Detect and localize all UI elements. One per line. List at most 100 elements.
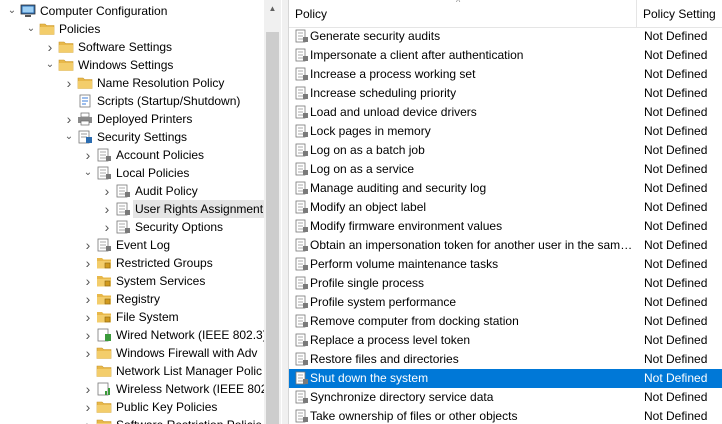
column-header-policy-setting[interactable]: Policy Setting <box>637 0 722 27</box>
policy-setting-value: Not Defined <box>644 48 708 62</box>
chevron-right-icon[interactable]: › <box>63 110 75 128</box>
tree-item[interactable]: › Public Key Policies <box>0 398 264 416</box>
tree-item-label: Windows Settings <box>78 58 174 72</box>
chevron-right-icon[interactable]: › <box>82 344 94 362</box>
table-row[interactable]: Impersonate a client after authenticatio… <box>289 46 722 65</box>
tree-item[interactable]: ⌄ Local Policies <box>0 164 264 182</box>
tree-item[interactable]: › Windows Firewall with Adv <box>0 344 264 362</box>
policy-icon <box>295 257 309 271</box>
tree-item[interactable]: › Restricted Groups <box>0 254 264 272</box>
policy-icon <box>295 124 309 138</box>
tree-item[interactable]: › System Services <box>0 272 264 290</box>
folder-icon <box>58 40 74 54</box>
table-row[interactable]: Generate security audits Not Defined <box>289 27 722 46</box>
chevron-down-icon[interactable]: ⌄ <box>82 164 94 182</box>
chevron-right-icon[interactable]: › <box>44 38 56 56</box>
scroll-thumb[interactable] <box>266 32 279 424</box>
tree-item[interactable]: › Audit Policy <box>0 182 264 200</box>
policy-icon <box>295 314 309 328</box>
table-row[interactable]: Manage auditing and security log Not Defi… <box>289 179 722 198</box>
tree-item[interactable]: › Account Policies <box>0 146 264 164</box>
chevron-right-icon[interactable]: › <box>82 416 94 424</box>
chevron-right-icon[interactable]: › <box>101 218 113 236</box>
folder-icon <box>96 400 112 414</box>
tree-item[interactable]: › User Rights Assignment <box>0 200 266 218</box>
table-row[interactable]: Synchronize directory service data Not De… <box>289 388 722 407</box>
table-row[interactable]: Replace a process level token Not Defined <box>289 331 722 350</box>
table-row[interactable]: Load and unload device drivers Not Define… <box>289 103 722 122</box>
tree-item[interactable]: Network List Manager Polic <box>0 362 264 380</box>
folder-icon <box>96 346 112 360</box>
table-row[interactable]: Modify firmware environment values Not De… <box>289 217 722 236</box>
computer-icon <box>20 4 36 18</box>
table-row[interactable]: Modify an object label Not Defined <box>289 198 722 217</box>
table-row[interactable]: Profile system performance Not Defined <box>289 293 722 312</box>
tree-item[interactable]: Scripts (Startup/Shutdown) <box>0 92 264 110</box>
tree-item[interactable]: › Software Restriction Policie <box>0 416 264 424</box>
pane-splitter[interactable] <box>282 0 289 424</box>
chevron-right-icon[interactable]: › <box>101 200 113 218</box>
policy-folder-icon <box>115 220 131 234</box>
column-header-policy[interactable]: Policy <box>289 0 637 27</box>
chevron-right-icon[interactable]: › <box>63 74 75 92</box>
tree-item[interactable]: ⌄ Policies <box>0 20 264 38</box>
policy-setting-value: Not Defined <box>644 124 708 138</box>
table-row[interactable]: Take ownership of files or other objects… <box>289 407 722 424</box>
policy-setting-value: Not Defined <box>644 390 708 404</box>
table-row[interactable]: Log on as a batch job Not Defined <box>289 141 722 160</box>
policy-icon <box>295 48 309 62</box>
policy-icon <box>295 162 309 176</box>
scroll-up-arrow-icon[interactable]: ▲ <box>264 0 281 17</box>
chevron-right-icon[interactable]: › <box>82 308 94 326</box>
chevron-right-icon[interactable]: › <box>82 146 94 164</box>
table-row[interactable]: Increase scheduling priority Not Defined <box>289 84 722 103</box>
chevron-right-icon[interactable]: › <box>82 380 94 398</box>
chevron-right-icon[interactable]: › <box>82 290 94 308</box>
table-row[interactable]: Shut down the system Not Defined <box>289 369 722 388</box>
tree-item[interactable]: › Wireless Network (IEEE 802. <box>0 380 271 398</box>
chevron-right-icon[interactable]: › <box>82 254 94 272</box>
table-row[interactable]: Obtain an impersonation token for anothe… <box>289 236 722 255</box>
tree-item[interactable]: › File System <box>0 308 264 326</box>
list-header: Policy ^ Policy Setting <box>289 0 722 28</box>
table-row[interactable]: Perform volume maintenance tasks Not Defi… <box>289 255 722 274</box>
table-row[interactable]: Restore files and directories Not Defined <box>289 350 722 369</box>
policy-icon <box>295 333 309 347</box>
tree-item[interactable]: › Name Resolution Policy <box>0 74 264 92</box>
policy-name: Take ownership of files or other objects <box>310 409 518 423</box>
chevron-right-icon[interactable]: › <box>82 326 94 344</box>
folder-icon <box>77 76 93 90</box>
policy-setting-value: Not Defined <box>644 143 708 157</box>
chevron-down-icon[interactable]: ⌄ <box>63 128 75 146</box>
tree-item-label: Local Policies <box>116 166 190 180</box>
folder-icon <box>58 58 74 72</box>
chevron-down-icon[interactable]: ⌄ <box>6 2 18 20</box>
tree-item[interactable]: › Software Settings <box>0 38 264 56</box>
tree-item[interactable]: › Wired Network (IEEE 802.3) <box>0 326 267 344</box>
chevron-right-icon[interactable]: › <box>82 236 94 254</box>
tree-item[interactable]: ⌄ Security Settings <box>0 128 264 146</box>
tree-item[interactable]: › Registry <box>0 290 264 308</box>
table-row[interactable]: Remove computer from docking station Not … <box>289 312 722 331</box>
chevron-down-icon[interactable]: ⌄ <box>25 20 37 38</box>
policy-icon <box>295 390 309 404</box>
table-row[interactable]: Lock pages in memory Not Defined <box>289 122 722 141</box>
policy-setting-value: Not Defined <box>644 86 708 100</box>
tree-item[interactable]: ⌄ Windows Settings <box>0 56 264 74</box>
table-row[interactable]: Profile single process Not Defined <box>289 274 722 293</box>
table-row[interactable]: Log on as a service Not Defined <box>289 160 722 179</box>
script-icon <box>77 94 93 108</box>
table-row[interactable]: Increase a process working set Not Define… <box>289 65 722 84</box>
tree-item[interactable]: › Event Log <box>0 236 264 254</box>
tree-item[interactable]: › Security Options <box>0 218 264 236</box>
tree-item[interactable]: ⌄ Computer Configuration <box>0 2 264 20</box>
chevron-right-icon[interactable]: › <box>82 398 94 416</box>
tree-item-label: Account Policies <box>116 148 205 162</box>
policy-setting-value: Not Defined <box>644 333 708 347</box>
tree-vertical-scrollbar[interactable]: ▲ <box>264 0 281 424</box>
chevron-right-icon[interactable]: › <box>82 272 94 290</box>
tree-item-label: Name Resolution Policy <box>97 76 225 90</box>
chevron-right-icon[interactable]: › <box>101 182 113 200</box>
chevron-down-icon[interactable]: ⌄ <box>44 56 56 74</box>
tree-item[interactable]: › Deployed Printers <box>0 110 264 128</box>
